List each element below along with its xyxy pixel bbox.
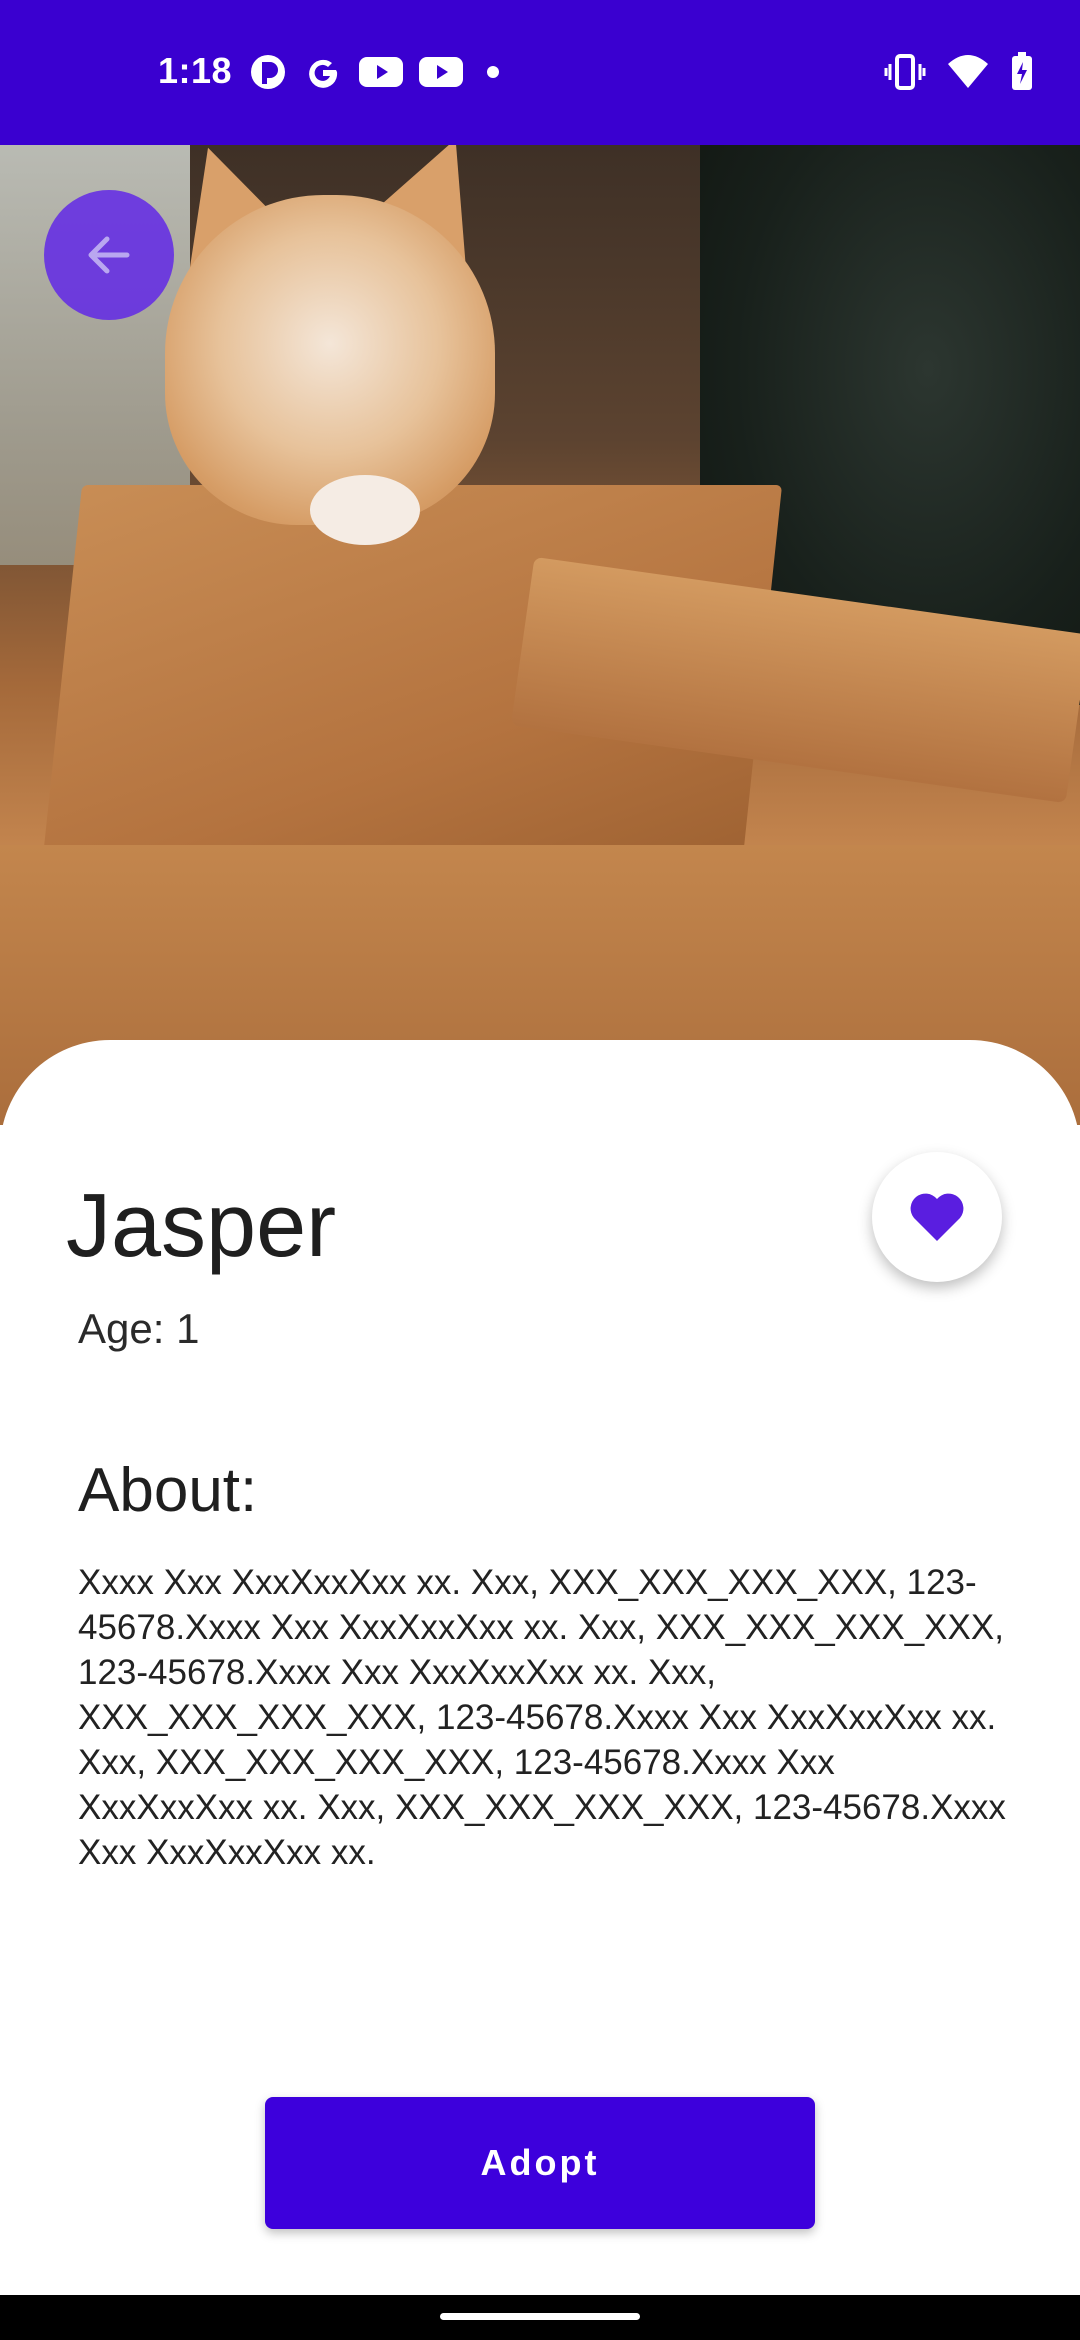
youtube-icon xyxy=(359,57,403,87)
battery-charging-icon xyxy=(1012,52,1032,90)
back-button[interactable] xyxy=(44,190,174,320)
adopt-button[interactable]: Adopt xyxy=(265,2097,815,2229)
photo-kitten-paw xyxy=(310,475,420,545)
dot-icon xyxy=(487,66,499,78)
status-icons-left xyxy=(248,52,508,92)
navigation-bar xyxy=(0,2295,1080,2340)
home-gesture-handle[interactable] xyxy=(440,2313,640,2320)
pet-age: Age: 1 xyxy=(78,1305,200,1352)
arrow-back-icon xyxy=(88,236,130,274)
status-time: 1:18 xyxy=(158,50,233,91)
vibrate-icon xyxy=(884,54,926,90)
youtube-icon xyxy=(419,57,463,87)
notification-app-icon xyxy=(251,55,285,89)
wifi-icon xyxy=(948,55,988,88)
status-icons-right xyxy=(884,52,1034,92)
pet-name: Jasper xyxy=(66,1176,337,1276)
favorite-button[interactable] xyxy=(872,1152,1002,1282)
heart-icon xyxy=(910,1193,964,1241)
google-icon xyxy=(309,59,338,88)
about-body: Xxxx Xxx XxxXxxXxx xx. Xxx, XXX_XXX_XXX_… xyxy=(78,1563,1006,1872)
status-bar: 1:18 xyxy=(0,0,1080,145)
photo-kitten xyxy=(165,195,495,525)
about-title: About: xyxy=(78,1456,258,1525)
